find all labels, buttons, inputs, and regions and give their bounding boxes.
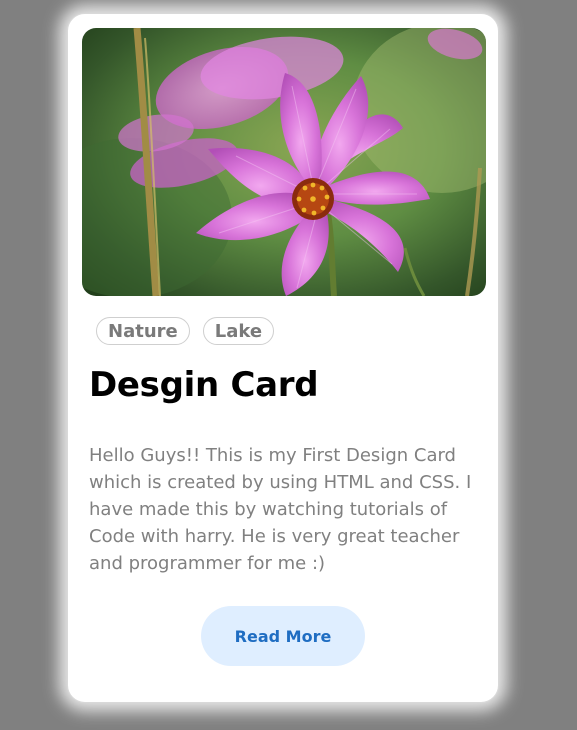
tag-list: Nature Lake — [96, 317, 275, 345]
design-card: Nature Lake Desgin Card Hello Guys!! Thi… — [67, 13, 499, 703]
tag-lake[interactable]: Lake — [202, 317, 275, 345]
flower-image — [82, 28, 486, 296]
read-more-button[interactable]: Read More — [201, 606, 365, 666]
tag-nature[interactable]: Nature — [96, 317, 190, 345]
card-description: Hello Guys!! This is my First Design Car… — [89, 445, 472, 574]
card-title: Desgin Card — [89, 365, 319, 405]
